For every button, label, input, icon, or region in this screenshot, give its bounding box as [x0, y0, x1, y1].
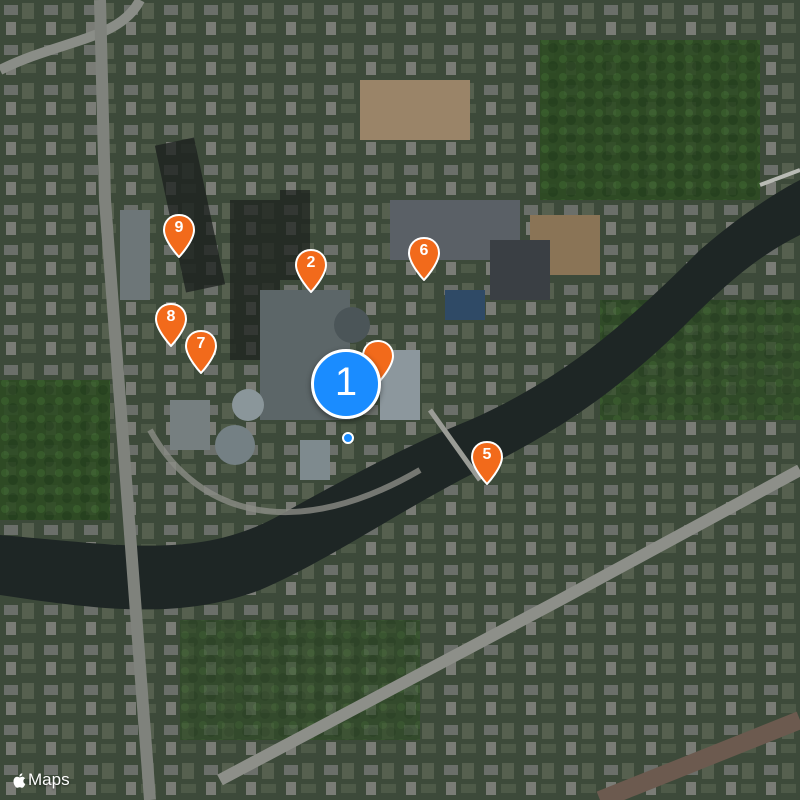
satellite-imagery [0, 0, 800, 800]
maps-attribution[interactable]: Maps [12, 770, 70, 790]
map-pin-7[interactable]: 7 [184, 330, 218, 374]
map-pin-label: 2 [306, 254, 316, 271]
map-pin-label: 5 [482, 446, 492, 463]
map-pin-label: 7 [196, 335, 206, 352]
map-pin-5[interactable]: 5 [470, 441, 504, 485]
map-pin-2[interactable]: 2 [294, 249, 328, 293]
map-pin-label: 6 [419, 242, 429, 259]
apple-logo-icon [13, 772, 26, 788]
map-view[interactable]: 2 5 6 7 8 9 1 Maps [0, 0, 800, 800]
maps-attribution-text: Maps [28, 770, 70, 789]
map-pin-6[interactable]: 6 [407, 237, 441, 281]
map-pin-label: 8 [166, 308, 176, 325]
selected-pin-location-dot [342, 432, 354, 444]
map-pin-8[interactable]: 8 [154, 303, 188, 347]
selected-map-pin-1[interactable]: 1 [311, 349, 381, 419]
selected-pin-label: 1 [334, 360, 358, 404]
map-pin-9[interactable]: 9 [162, 214, 196, 258]
map-pin-label: 9 [174, 219, 184, 236]
